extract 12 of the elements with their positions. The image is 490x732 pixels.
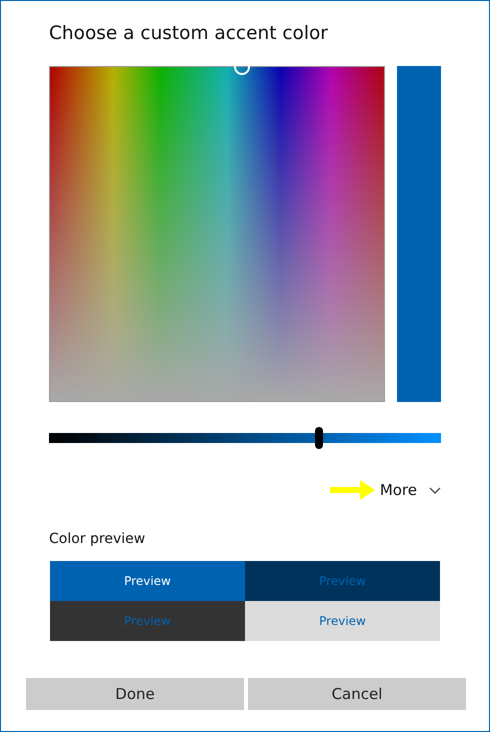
- preview-tile: Preview: [245, 561, 440, 601]
- arrow-icon: [330, 479, 376, 501]
- preview-tile: Preview: [245, 601, 440, 641]
- more-toggle[interactable]: More: [380, 481, 441, 499]
- preview-tile: Preview: [50, 601, 245, 641]
- chevron-icon: [429, 486, 441, 494]
- done-button[interactable]: Done: [26, 678, 244, 710]
- dialog-title: Choose a custom accent color: [49, 23, 328, 45]
- cancel-button[interactable]: Cancel: [248, 678, 466, 710]
- slider-thumb[interactable]: [315, 427, 324, 449]
- preview-tile: Preview: [50, 561, 245, 601]
- section-heading: Color preview: [49, 531, 146, 549]
